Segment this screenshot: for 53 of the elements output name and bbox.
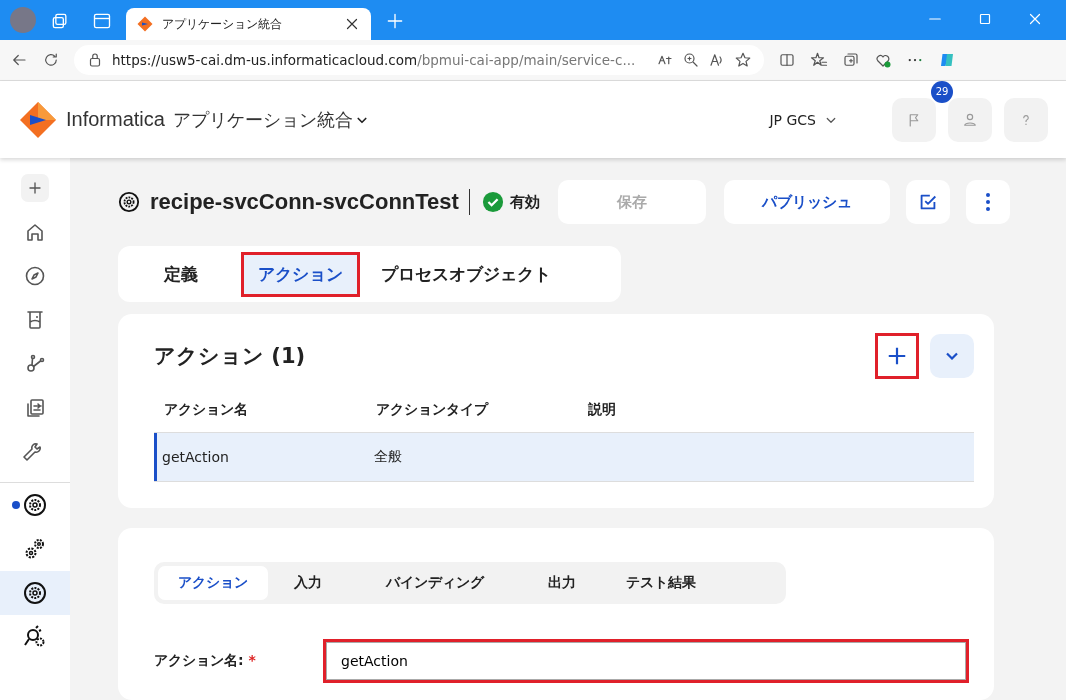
table-cell-text: 全般 <box>373 448 403 466</box>
tab[interactable]: バインディング <box>348 566 522 600</box>
collections-icon[interactable] <box>842 51 860 69</box>
column-header: アクション名 <box>163 401 249 419</box>
tab[interactable]: 定義 <box>128 254 234 294</box>
publish-button[interactable]: パブリッシュ <box>723 180 890 224</box>
star-icon[interactable] <box>734 51 752 69</box>
required-mark: * <box>248 652 256 668</box>
gear-icon <box>23 493 47 517</box>
field-label: アクション名: * <box>154 652 257 670</box>
workspaces-icon[interactable] <box>50 11 70 31</box>
browser-tab[interactable]: アプリケーション統合 <box>126 8 371 40</box>
validate-button[interactable] <box>905 180 950 224</box>
compass-icon <box>23 264 47 288</box>
table-row[interactable]: getAction 全般 <box>154 433 974 482</box>
status-text: 有効 <box>509 192 540 212</box>
chevron-down-icon <box>946 352 958 360</box>
zoom-icon[interactable] <box>682 51 700 69</box>
collapse-button[interactable] <box>930 334 974 378</box>
logo-icon <box>18 99 58 140</box>
column-header: アクションタイプ <box>375 401 490 419</box>
address-field[interactable]: https://usw5-cai.dm-us.informaticacloud.com/bpmui-cai-app/main/service-c... <box>74 45 764 75</box>
tab[interactable]: アクション <box>158 566 268 600</box>
favorites-icon[interactable] <box>810 51 828 69</box>
logo-icon <box>136 15 154 33</box>
add-icon <box>886 345 908 367</box>
tab[interactable]: 入力 <box>274 566 342 600</box>
tab[interactable]: プロセスオブジェクト <box>367 254 565 294</box>
notification-count: 29 <box>931 80 953 103</box>
url-text: https://usw5-cai.dm-us.informaticacloud.com/bpmui-cai-app/main/service-c... <box>112 52 637 68</box>
column-header: 説明 <box>587 401 617 419</box>
new-tab-icon[interactable] <box>385 11 405 31</box>
tab-title: アプリケーション統合 <box>162 15 283 33</box>
check-circle-icon <box>481 191 504 213</box>
tab-actions-icon[interactable] <box>92 11 112 31</box>
add-button[interactable] <box>878 336 916 376</box>
table-cell-text: getAction <box>161 449 230 465</box>
more-icon <box>985 193 990 211</box>
page-title: recipe-svcConn-svcConnTest <box>150 189 470 215</box>
org-selector[interactable]: JP GCS <box>769 111 816 128</box>
gear-icon <box>118 191 140 213</box>
split-screen-icon[interactable] <box>778 51 796 69</box>
refresh-icon[interactable] <box>42 51 60 69</box>
product-menu[interactable]: アプリケーション統合 <box>172 107 353 132</box>
gears-icon <box>23 537 47 561</box>
tab[interactable]: アクション <box>244 254 357 294</box>
sidebar-item[interactable] <box>0 571 70 615</box>
gear-icon <box>23 581 47 605</box>
panel-title: アクション (1) <box>154 343 307 370</box>
brand-name: Informatica <box>66 108 165 131</box>
tab[interactable]: テスト結果 <box>602 566 720 600</box>
input-field[interactable]: getAction <box>326 642 966 680</box>
tab[interactable]: 出力 <box>528 566 596 600</box>
